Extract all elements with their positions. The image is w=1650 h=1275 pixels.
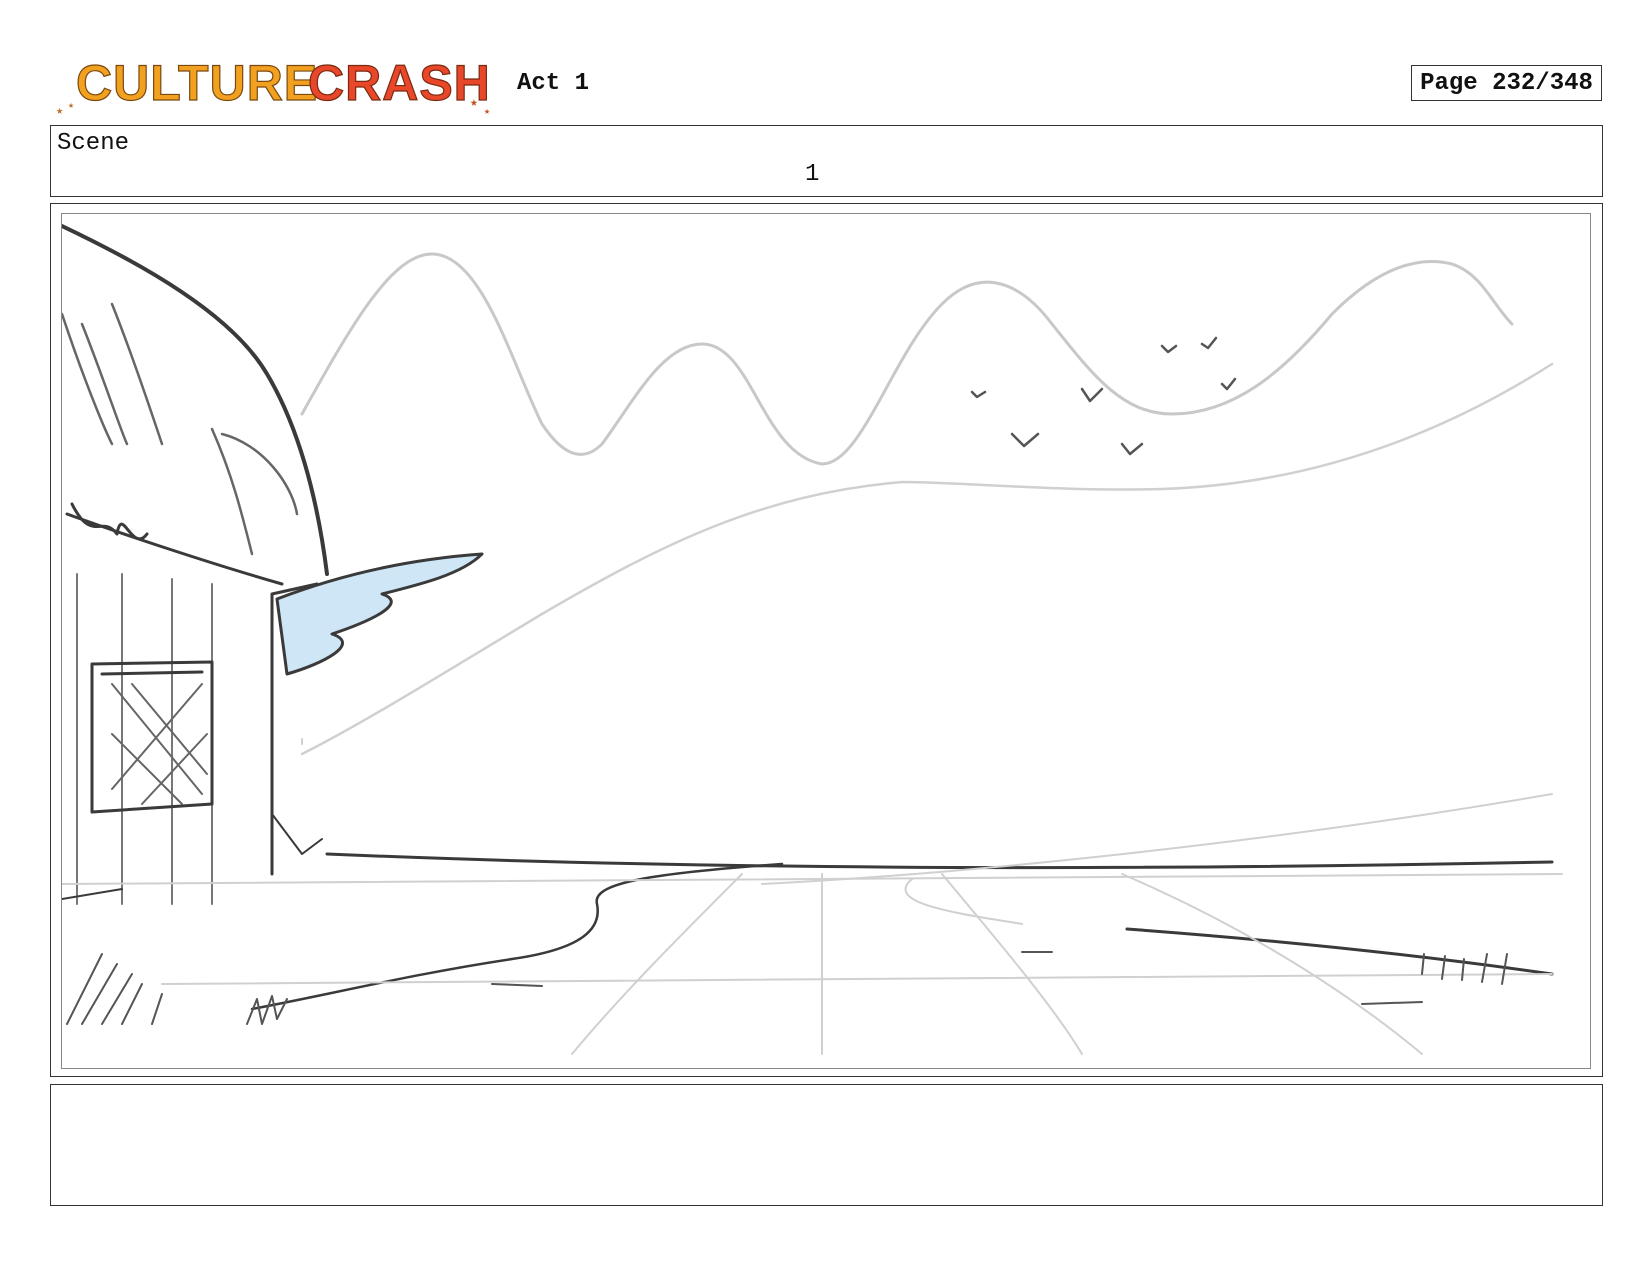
act-label: Act 1 — [517, 70, 590, 97]
scene-number: 1 — [805, 161, 820, 188]
ground-guides — [62, 738, 1563, 1055]
sketch-drawing — [62, 224, 1563, 1055]
hill-line — [300, 362, 1554, 756]
svg-text:★: ★ — [484, 107, 490, 118]
birds — [970, 336, 1237, 456]
svg-text:★: ★ — [68, 101, 74, 112]
awning — [275, 552, 484, 676]
storyboard-panel — [50, 203, 1603, 1077]
page-counter: Page 232/348 — [1411, 65, 1602, 101]
mountains — [300, 252, 1514, 466]
svg-text:★: ★ — [56, 104, 63, 118]
scene-label: Scene — [57, 130, 130, 157]
culture-crash-logo: CULTURE CRASH ★ ★ ★ ★ — [56, 54, 491, 118]
scene-box: Scene 1 — [50, 125, 1603, 197]
svg-text:CRASH: CRASH — [308, 55, 491, 111]
notes-box — [50, 1084, 1603, 1206]
grass-tufts — [66, 951, 1508, 1025]
svg-text:★: ★ — [470, 95, 478, 110]
building — [62, 224, 329, 905]
svg-text:CULTURE: CULTURE — [76, 55, 318, 111]
panel-frame — [61, 213, 1591, 1069]
